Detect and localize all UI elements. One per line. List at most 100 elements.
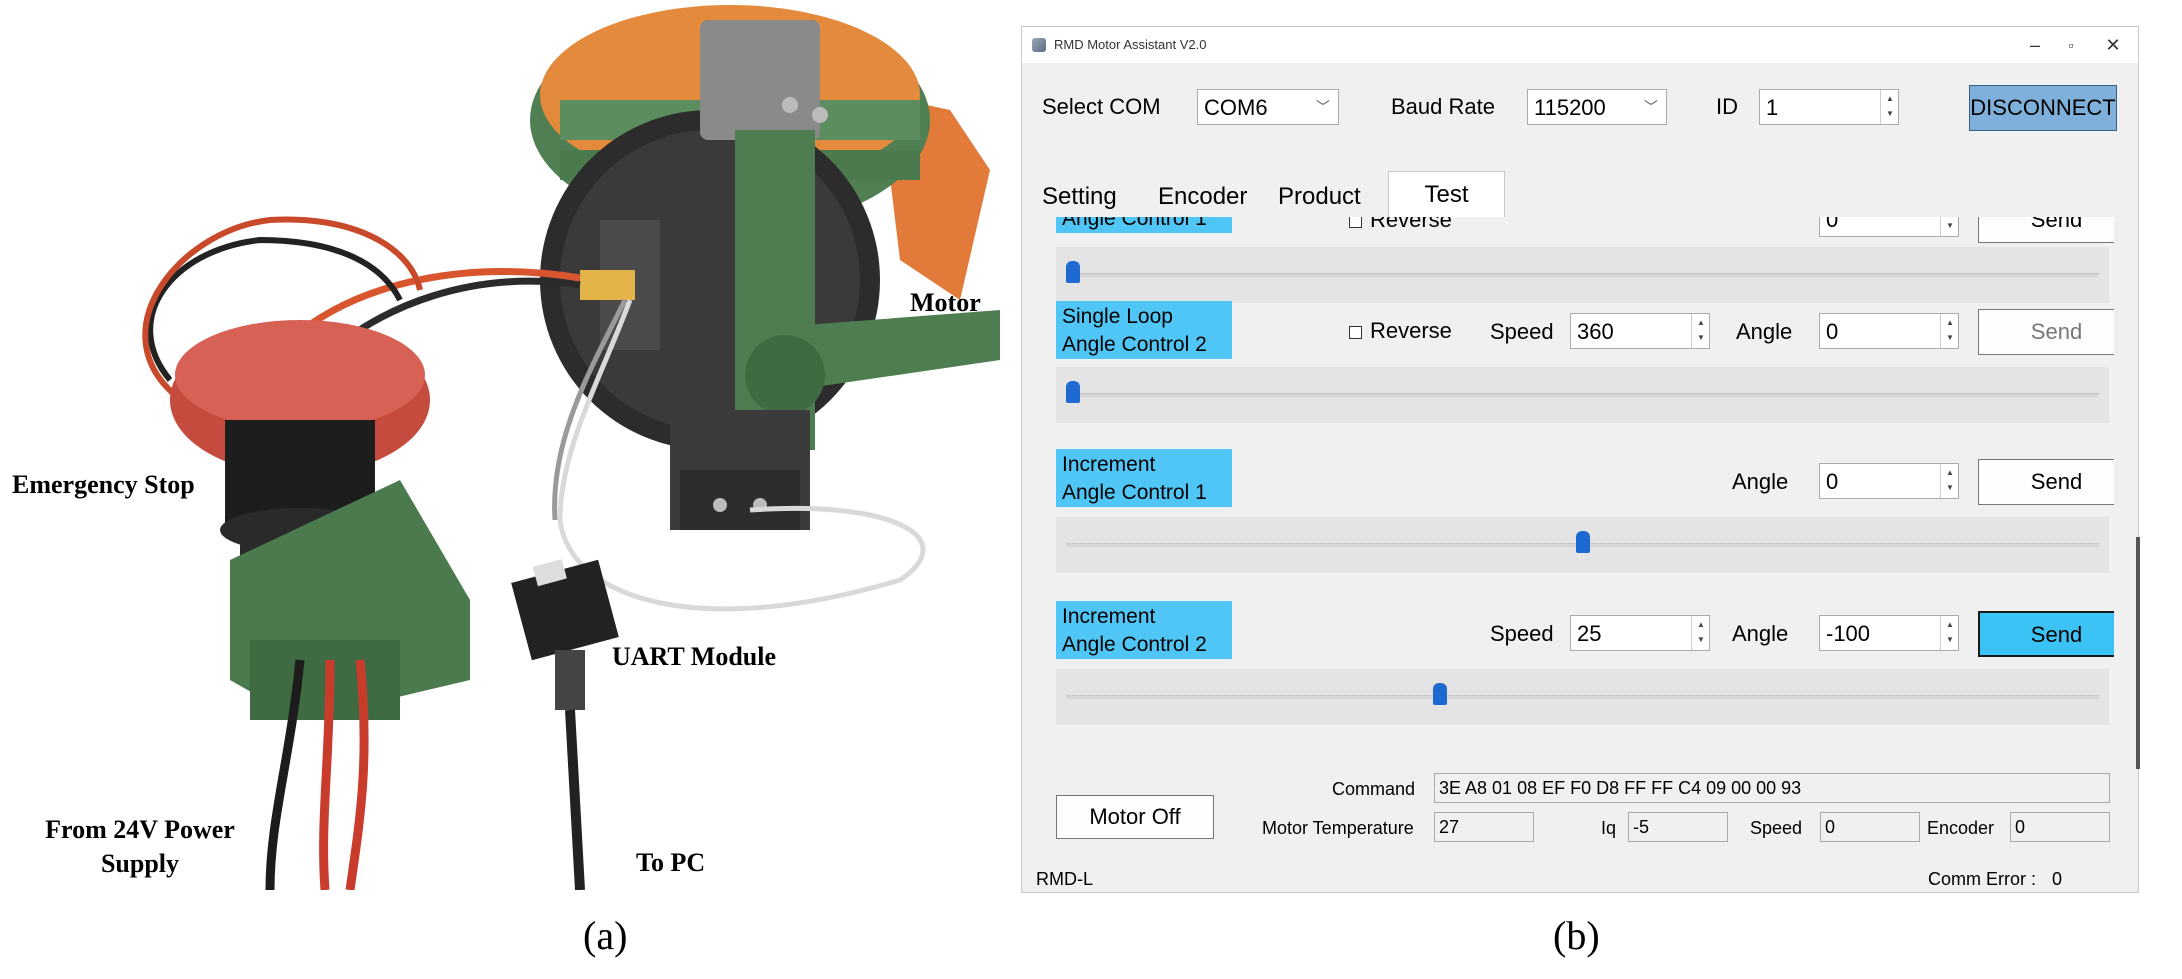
send-button[interactable]: Send — [1978, 309, 2114, 355]
comm-error-label: Comm Error : — [1928, 869, 2036, 889]
reverse-checkbox[interactable]: Reverse — [1349, 318, 1452, 344]
tab-encoder[interactable]: Encoder — [1152, 177, 1253, 217]
motor-off-button[interactable]: Motor Off — [1056, 795, 1214, 839]
label-uart-module: UART Module — [612, 642, 777, 671]
id-stepper[interactable]: 1 ▲ ▼ — [1759, 89, 1899, 125]
baud-label: Baud Rate — [1391, 94, 1495, 119]
title-bar: RMD Motor Assistant V2.0 – ▫ ✕ — [1022, 27, 2138, 63]
speed-stepper[interactable]: 360 ▲ ▼ — [1570, 313, 1710, 349]
iq-label: Iq — [1601, 818, 1617, 838]
speed-label: Speed — [1490, 319, 1554, 344]
caption-b: (b) — [1553, 913, 1600, 958]
command-label: Command — [1332, 779, 1416, 799]
chevron-down-icon: ﹀ — [1644, 99, 1658, 115]
angle-label: Angle — [1732, 621, 1789, 646]
angle-value: 0 — [1826, 217, 1839, 232]
speed-value: 360 — [1577, 319, 1614, 344]
increment-angle-slider[interactable] — [1056, 517, 2109, 573]
hardware-illustration — [142, 5, 1000, 890]
send-button[interactable]: Send — [1978, 217, 2114, 243]
reverse-label: Reverse — [1370, 318, 1452, 343]
app-icon — [1032, 38, 1046, 52]
section-title-single-loop-angle-control-2: Single Loop Angle Control 2 — [1056, 301, 1232, 359]
speed-readout-field: 0 — [1820, 812, 1920, 842]
window-title: RMD Motor Assistant V2.0 — [1054, 37, 1207, 52]
encoder-field: 0 — [2010, 812, 2110, 842]
label-to-pc: To PC — [636, 848, 706, 877]
speed-value: 25 — [1577, 621, 1602, 646]
checkbox-icon — [1349, 325, 1362, 339]
angle-stepper[interactable]: 0 ▲ ▼ — [1819, 313, 1959, 349]
increment-speed-angle-slider[interactable] — [1056, 669, 2109, 725]
angle-slider[interactable] — [1056, 247, 2109, 303]
tab-test[interactable]: Test — [1388, 171, 1505, 217]
spin-down-icon[interactable]: ▼ — [1692, 333, 1710, 342]
slider-thumb[interactable] — [1066, 261, 1080, 283]
com-value: COM6 — [1204, 95, 1268, 120]
tab-product[interactable]: Product — [1272, 177, 1367, 217]
spin-up-icon[interactable]: ▲ — [1692, 318, 1710, 327]
speed-readout-label: Speed — [1750, 818, 1803, 838]
slider-thumb[interactable] — [1575, 531, 1590, 553]
reverse-checkbox[interactable]: Reverse — [1349, 217, 1452, 233]
spin-up-icon[interactable]: ▲ — [1881, 94, 1899, 103]
spin-down-icon[interactable]: ▼ — [1941, 635, 1959, 644]
com-label: Select COM — [1042, 94, 1161, 119]
temperature-label: Motor Temperature — [1262, 818, 1414, 838]
angle-label: Angle — [1732, 469, 1789, 494]
chevron-down-icon: ﹀ — [1316, 99, 1330, 115]
iq-field: -5 — [1628, 812, 1728, 842]
spin-down-icon[interactable]: ▼ — [1692, 635, 1710, 644]
id-value: 1 — [1766, 95, 1779, 120]
spin-up-icon[interactable]: ▲ — [1941, 468, 1959, 477]
send-button[interactable]: Send — [1978, 459, 2114, 505]
reverse-label: Reverse — [1370, 217, 1452, 232]
app-window: RMD Motor Assistant V2.0 – ▫ ✕ Select CO… — [1021, 26, 2140, 893]
send-button[interactable]: Send — [1978, 611, 2114, 657]
angle-value: 0 — [1826, 469, 1839, 494]
spin-up-icon[interactable]: ▲ — [1692, 620, 1710, 629]
vertical-scrollbar[interactable] — [2136, 537, 2140, 769]
hardware-photo: Motor Emergency Stop UART Module From 24… — [0, 0, 1000, 890]
id-label: ID — [1716, 94, 1738, 119]
spin-down-icon[interactable]: ▼ — [1881, 109, 1899, 118]
angle-stepper[interactable]: 0 ▲ ▼ — [1819, 463, 1959, 499]
slider-thumb[interactable] — [1066, 381, 1080, 403]
section-title-angle-control-1: Angle Control 1 — [1056, 217, 1232, 233]
spin-down-icon[interactable]: ▼ — [1941, 333, 1959, 342]
angle-value: -100 — [1826, 621, 1871, 646]
speed-angle-slider[interactable] — [1056, 367, 2109, 423]
angle-stepper[interactable]: -100 ▲ ▼ — [1819, 615, 1959, 651]
status-bar: RMD-L Comm Error : 0 — [1022, 863, 2138, 893]
close-icon[interactable]: ✕ — [2088, 31, 2138, 59]
checkbox-icon — [1349, 217, 1362, 228]
caption-a: (a) — [583, 913, 628, 958]
comm-error-value: 0 — [2052, 869, 2063, 889]
angle-stepper[interactable]: 0 ▲▼ — [1819, 217, 1959, 237]
com-select[interactable]: COM6 ﹀ — [1197, 89, 1339, 125]
test-panel: Angle Control 1 Reverse 0 ▲ ▼ Send Single… — [1044, 217, 2114, 772]
section-title-increment-angle-control-2: Increment Angle Control 2 — [1056, 601, 1232, 659]
grey-mount — [700, 20, 820, 140]
baud-value: 115200 — [1534, 95, 1606, 120]
angle-label: Angle — [1736, 319, 1793, 344]
model-status: RMD-L — [1036, 869, 1093, 889]
temperature-field: 27 — [1434, 812, 1534, 842]
label-motor: Motor — [910, 288, 981, 317]
figure-root: Motor Emergency Stop UART Module From 24… — [0, 0, 2182, 979]
label-power-supply: From 24V Power Supply — [45, 815, 235, 878]
speed-stepper[interactable]: 25 ▲ ▼ — [1570, 615, 1710, 651]
encoder-label: Encoder — [1927, 818, 1995, 838]
tab-setting[interactable]: Setting — [1036, 177, 1123, 217]
spin-down-icon[interactable]: ▼ — [1941, 221, 1959, 230]
speed-label: Speed — [1490, 621, 1554, 646]
baud-select[interactable]: 115200 ﹀ — [1527, 89, 1667, 125]
angle-value: 0 — [1826, 319, 1839, 344]
label-emergency-stop: Emergency Stop — [12, 470, 195, 499]
command-field: 3E A8 01 08 EF F0 D8 FF FF C4 09 00 00 9… — [1434, 773, 2110, 803]
disconnect-button[interactable]: DISCONNECT — [1969, 85, 2117, 131]
spin-down-icon[interactable]: ▼ — [1941, 483, 1959, 492]
spin-up-icon[interactable]: ▲ — [1941, 318, 1959, 327]
slider-thumb[interactable] — [1432, 683, 1447, 705]
spin-up-icon[interactable]: ▲ — [1941, 620, 1959, 629]
